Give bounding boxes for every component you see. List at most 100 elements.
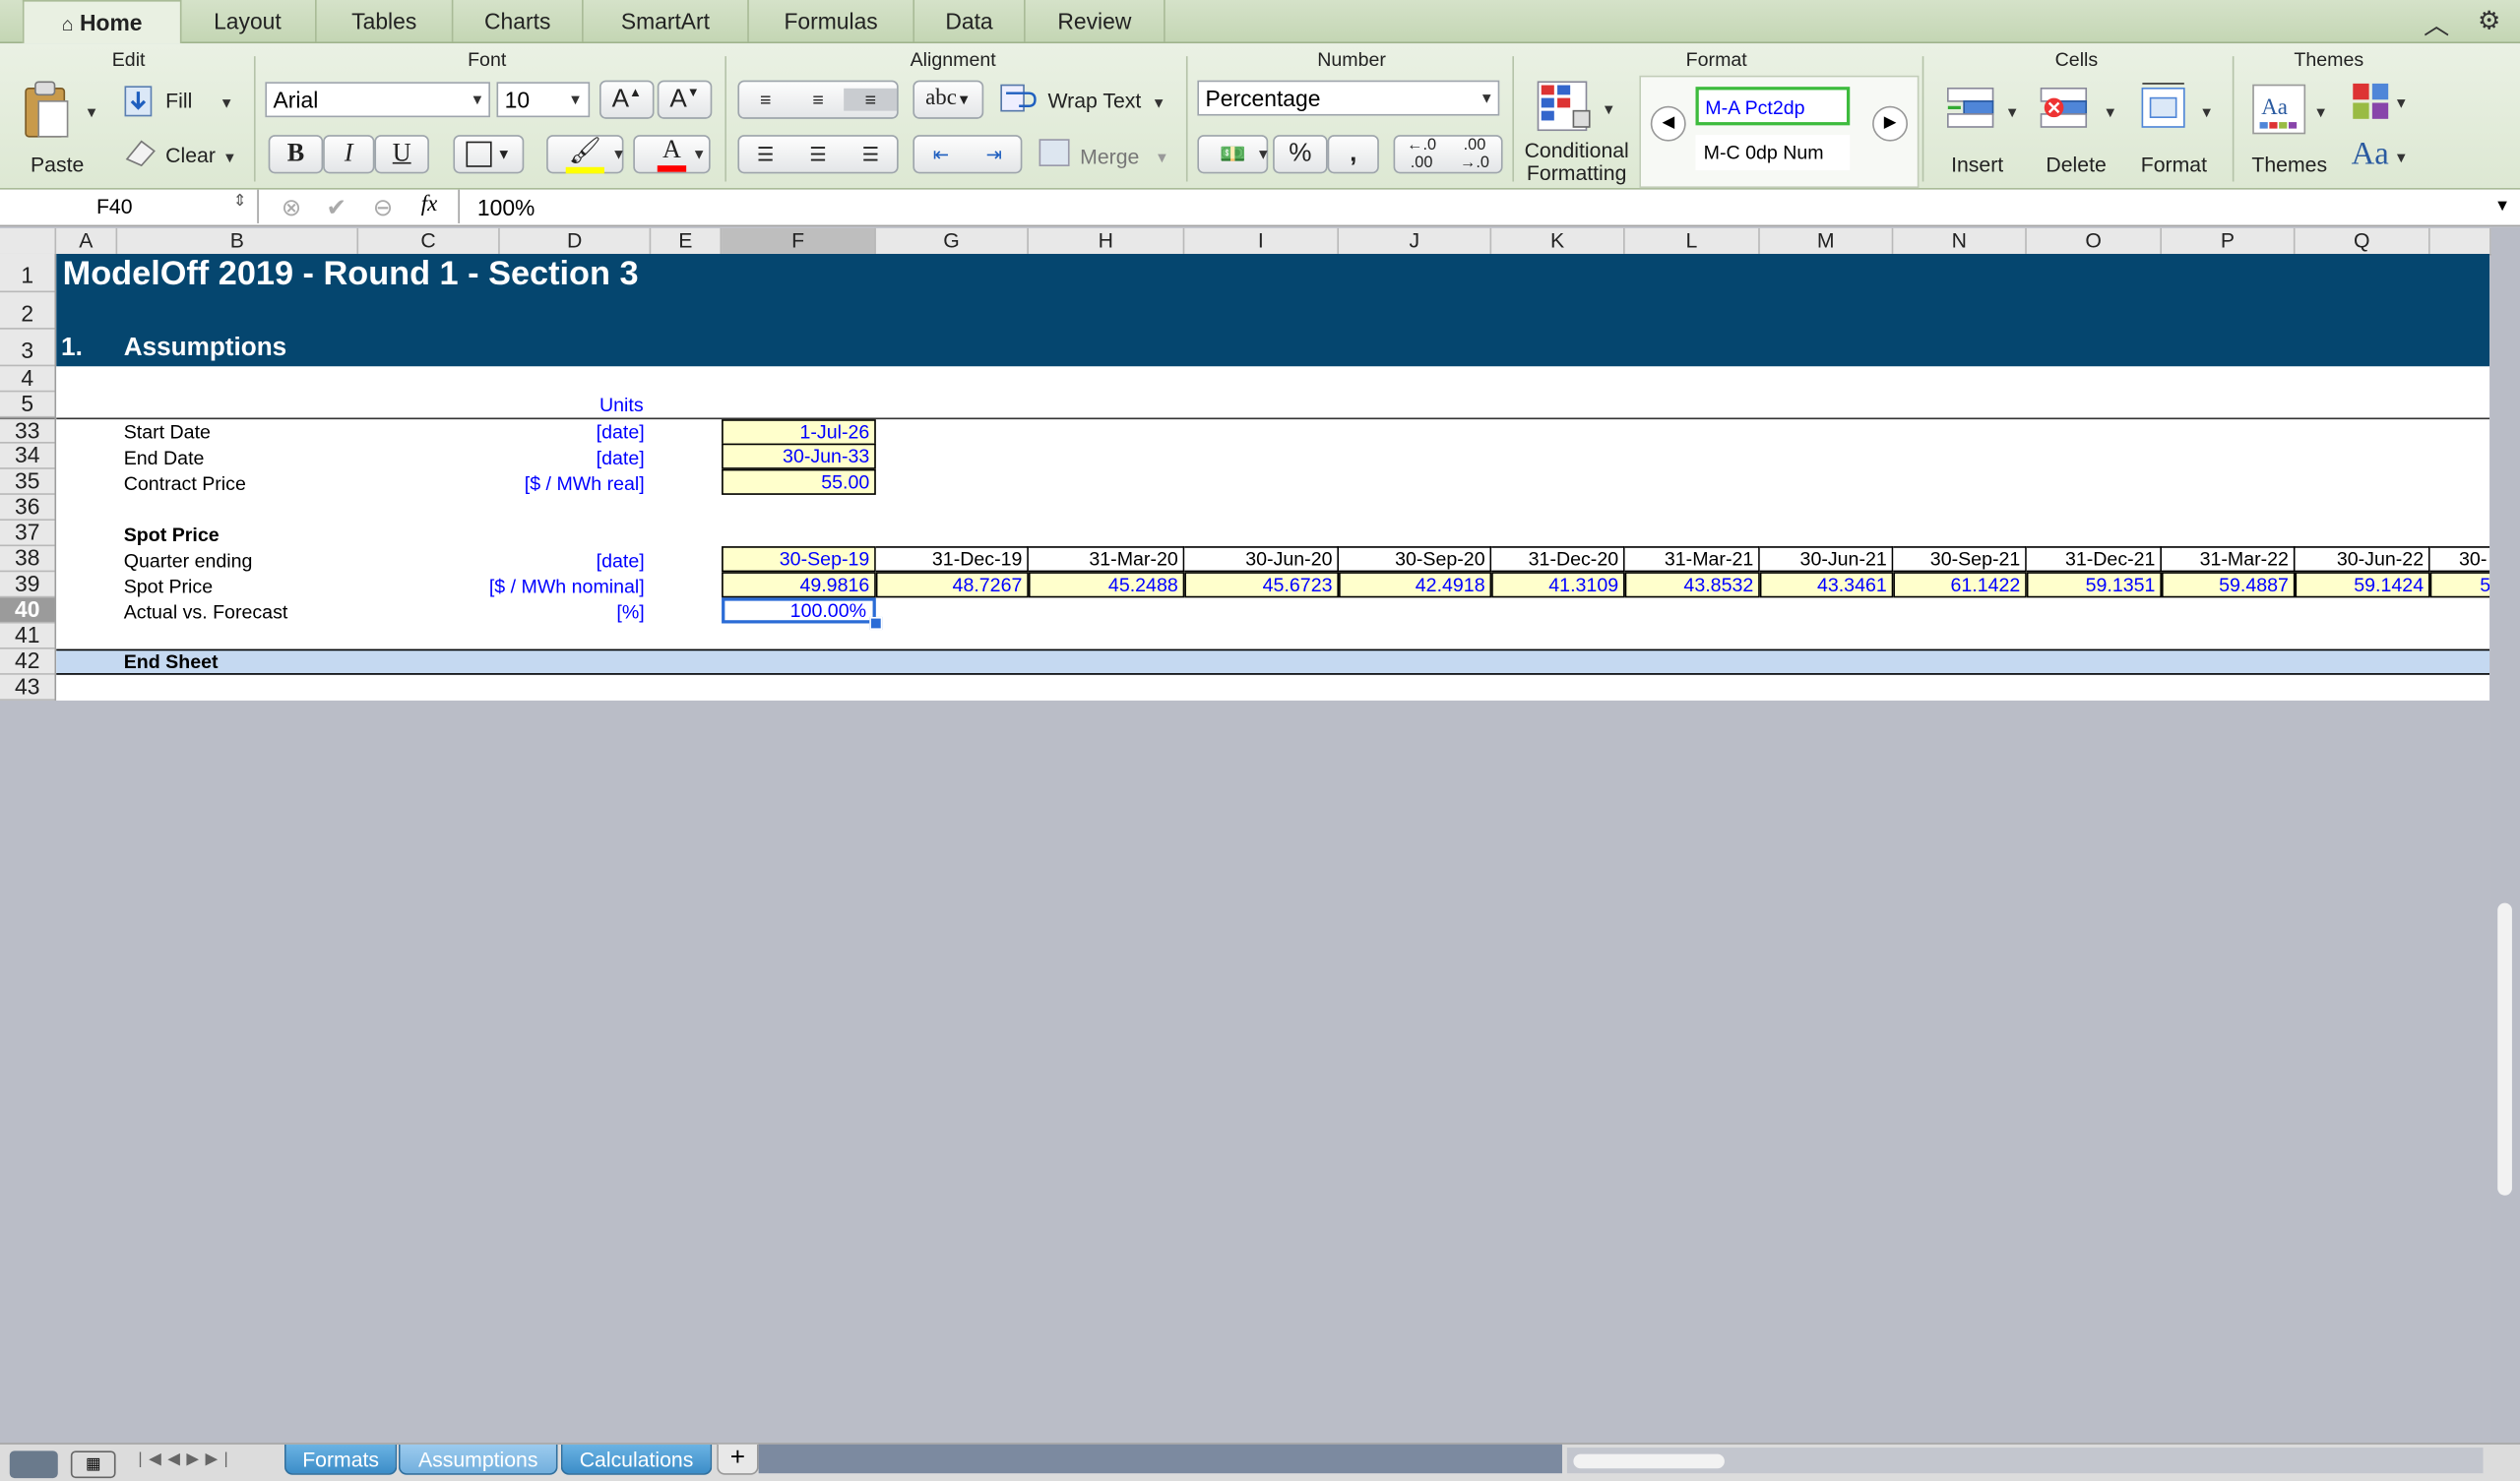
wrap-text-label[interactable]: Wrap Text bbox=[1048, 89, 1142, 112]
column-header-j[interactable]: J bbox=[1339, 227, 1492, 254]
format-dropdown-icon[interactable]: ▼ bbox=[2195, 94, 2218, 130]
spot-price-cell[interactable]: 42.4918 bbox=[1339, 572, 1492, 598]
enter-icon[interactable]: ✔ bbox=[326, 193, 346, 222]
select-all-corner[interactable] bbox=[0, 227, 57, 254]
column-header-m[interactable]: M bbox=[1760, 227, 1894, 254]
font-color-dropdown-icon[interactable]: ▼ bbox=[688, 137, 711, 172]
insert-dropdown-icon[interactable]: ▼ bbox=[2001, 94, 2024, 130]
spot-price-cell[interactable]: 59.1424 bbox=[2295, 572, 2430, 598]
quarter-cell[interactable]: 30-Jun-21 bbox=[1759, 546, 1894, 573]
tab-formulas[interactable]: Formulas bbox=[749, 0, 915, 42]
theme-colors-dropdown-icon[interactable]: ▼ bbox=[2390, 86, 2413, 121]
quarter-cell[interactable]: 31-Dec-20 bbox=[1491, 546, 1625, 573]
quarter-cell[interactable]: 30-Jun-20 bbox=[1184, 546, 1340, 573]
formula-input[interactable]: 100% bbox=[477, 195, 535, 220]
delete-dropdown-icon[interactable]: ▼ bbox=[2099, 94, 2121, 130]
contract-price-input[interactable]: 55.00 bbox=[722, 468, 876, 495]
chevron-left-icon[interactable]: ◀ bbox=[1650, 105, 1686, 142]
row-header-3[interactable]: 3 bbox=[0, 330, 55, 367]
column-header-n[interactable]: N bbox=[1893, 227, 2027, 254]
sheet-tab-calculations[interactable]: Calculations bbox=[560, 1444, 713, 1475]
column-header-b[interactable]: B bbox=[117, 227, 359, 254]
add-sheet-button[interactable]: + bbox=[717, 1444, 759, 1475]
row-header-43[interactable]: 43 bbox=[0, 674, 55, 701]
page-layout-view-icon[interactable]: ▦ bbox=[70, 1450, 116, 1479]
tab-review[interactable]: Review bbox=[1026, 0, 1166, 42]
tab-charts[interactable]: Charts bbox=[453, 0, 584, 42]
font-size-dropdown-icon[interactable]: ▼ bbox=[564, 82, 587, 117]
quarter-cell[interactable]: 31-Mar-20 bbox=[1028, 546, 1185, 573]
conditional-formatting-icon[interactable] bbox=[1535, 79, 1599, 137]
chevron-right-icon[interactable]: ▶ bbox=[1872, 105, 1909, 142]
vertical-scrollbar[interactable] bbox=[2490, 227, 2520, 1444]
gear-icon[interactable]: ⚙ bbox=[2478, 5, 2500, 37]
end-date-input[interactable]: 30-Jun-33 bbox=[722, 443, 876, 469]
merge-label[interactable]: Merge bbox=[1080, 145, 1139, 168]
spot-price-cell[interactable]: 43.3461 bbox=[1759, 572, 1894, 598]
increase-font-size-button[interactable]: A▲ bbox=[598, 80, 655, 119]
sheet-navigation-arrows-icon[interactable]: |◀◀▶▶| bbox=[138, 1446, 254, 1474]
sheet-tab-assumptions[interactable]: Assumptions bbox=[398, 1444, 558, 1475]
format-cells-icon[interactable] bbox=[2137, 79, 2192, 134]
themes-label[interactable]: Themes bbox=[2251, 153, 2327, 176]
row-header-2[interactable]: 2 bbox=[0, 292, 55, 330]
row-header-41[interactable]: 41 bbox=[0, 623, 55, 649]
row-header-35[interactable]: 35 bbox=[0, 468, 55, 495]
row-header-39[interactable]: 39 bbox=[0, 571, 55, 598]
paste-dropdown-icon[interactable]: ▼ bbox=[81, 94, 103, 130]
fill-label[interactable]: Fill bbox=[165, 89, 192, 112]
comma-style-button[interactable]: , bbox=[1327, 135, 1379, 174]
italic-button[interactable]: I bbox=[323, 135, 375, 174]
spot-price-cell[interactable]: 59.4887 bbox=[2161, 572, 2296, 598]
quarter-cell[interactable]: 31-Dec-21 bbox=[2026, 546, 2162, 573]
quarter-cell[interactable]: 31-Dec-19 bbox=[875, 546, 1029, 573]
tab-tables[interactable]: Tables bbox=[317, 0, 454, 42]
normal-view-icon[interactable] bbox=[9, 1450, 58, 1479]
delete-label[interactable]: Delete bbox=[2046, 153, 2106, 176]
delete-cells-icon[interactable] bbox=[2038, 82, 2093, 130]
quarter-cell[interactable]: 31-Mar-21 bbox=[1624, 546, 1760, 573]
row-header-37[interactable]: 37 bbox=[0, 520, 55, 547]
decimal-buttons[interactable]: ←.0.00 .00 →.0 bbox=[1393, 135, 1503, 174]
merge-icon[interactable] bbox=[1039, 137, 1071, 169]
row-header-5[interactable]: 5 bbox=[0, 392, 55, 418]
fx-icon[interactable]: fx bbox=[421, 193, 438, 218]
quarter-cell[interactable]: 30- bbox=[2429, 546, 2490, 573]
conditional-formatting-dropdown-icon[interactable]: ▼ bbox=[1598, 92, 1620, 127]
paste-icon[interactable] bbox=[20, 79, 75, 143]
horizontal-align-buttons[interactable]: ☰ ☰ ☰ bbox=[737, 135, 899, 174]
insert-cells-icon[interactable] bbox=[1945, 82, 2000, 130]
tab-smartart[interactable]: SmartArt bbox=[584, 0, 749, 42]
row-header-38[interactable]: 38 bbox=[0, 545, 55, 573]
clear-dropdown-icon[interactable]: ▼ bbox=[219, 140, 241, 175]
horizontal-scrollbar[interactable] bbox=[1566, 1448, 2484, 1474]
wrap-text-icon[interactable] bbox=[1000, 82, 1039, 117]
column-header-f[interactable]: F bbox=[722, 227, 876, 254]
borders-button[interactable]: ▼ bbox=[453, 135, 525, 174]
column-header-g[interactable]: G bbox=[876, 227, 1029, 254]
spot-price-cell[interactable]: 59.1351 bbox=[2026, 572, 2162, 598]
column-header-d[interactable]: D bbox=[500, 227, 652, 254]
font-name-dropdown-icon[interactable]: ▼ bbox=[466, 82, 488, 117]
conditional-formatting-label[interactable]: Conditional Formatting bbox=[1524, 139, 1630, 185]
tab-data[interactable]: Data bbox=[914, 0, 1026, 42]
spot-price-cell[interactable]: 43.8532 bbox=[1624, 572, 1760, 598]
decrease-font-size-button[interactable]: A▼ bbox=[657, 80, 713, 119]
name-box-stepper-icon[interactable]: ⇕ bbox=[233, 193, 247, 211]
actual-vs-forecast-input-selected[interactable]: 100.00% bbox=[722, 597, 876, 624]
quarter-cell[interactable]: 31-Mar-22 bbox=[2161, 546, 2296, 573]
column-header-k[interactable]: K bbox=[1491, 227, 1625, 254]
cancel-icon[interactable]: ⊗ bbox=[282, 193, 302, 222]
style-m-a-pct2dp[interactable]: M-A Pct2dp bbox=[1695, 87, 1851, 126]
vertical-align-buttons[interactable]: ≡ ≡ ≡ bbox=[737, 80, 899, 119]
column-header-p[interactable]: P bbox=[2162, 227, 2296, 254]
spot-price-cell[interactable]: 5 bbox=[2429, 572, 2490, 598]
orientation-button[interactable]: abc ▼ bbox=[913, 80, 984, 119]
spot-price-cell[interactable]: 45.6723 bbox=[1184, 572, 1340, 598]
fill-color-dropdown-icon[interactable]: ▼ bbox=[607, 137, 630, 172]
column-header-r[interactable] bbox=[2430, 227, 2491, 254]
row-header-4[interactable]: 4 bbox=[0, 365, 55, 393]
quarter-cell[interactable]: 30-Sep-19 bbox=[722, 546, 876, 573]
row-header-34[interactable]: 34 bbox=[0, 443, 55, 469]
spot-price-cell[interactable]: 48.7267 bbox=[875, 572, 1029, 598]
